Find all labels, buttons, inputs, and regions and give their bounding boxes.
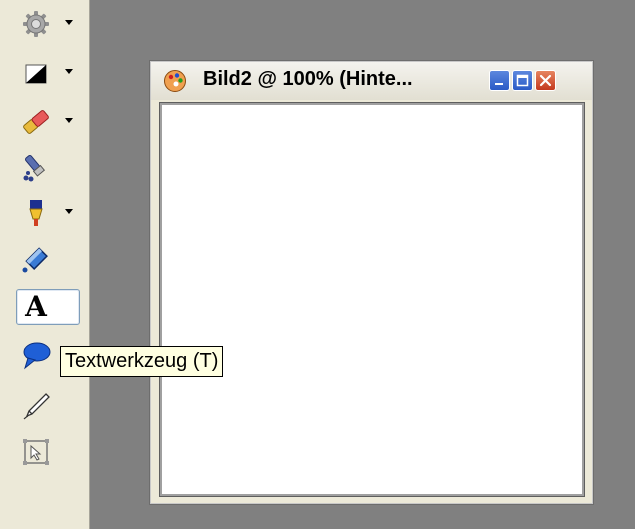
text-icon: A	[25, 290, 47, 323]
app-palette-icon	[163, 69, 187, 93]
chevron-down-icon[interactable]	[65, 69, 73, 74]
brush-tool-button[interactable]	[16, 150, 80, 186]
transform-frame-icon	[20, 436, 52, 468]
tooltip: Textwerkzeug (T)	[60, 346, 224, 377]
color-tube-icon	[20, 197, 52, 229]
transform-tool-button[interactable]	[16, 434, 80, 470]
image-canvas[interactable]	[160, 103, 584, 496]
maximize-icon	[516, 74, 529, 87]
brush-icon	[20, 152, 52, 184]
gear-icon	[20, 8, 52, 40]
document-window[interactable]: Bild2 @ 100% (Hinte...	[149, 60, 594, 505]
eraser-icon	[20, 106, 52, 138]
tool-palette: A	[0, 0, 90, 529]
shape-tool-button[interactable]	[16, 55, 80, 91]
color-tool-button[interactable]	[16, 195, 80, 231]
chevron-down-icon[interactable]	[65, 20, 73, 25]
title-bar[interactable]: Bild2 @ 100% (Hinte...	[151, 62, 592, 100]
chevron-down-icon[interactable]	[65, 118, 73, 123]
gear-tool-button[interactable]	[16, 6, 80, 42]
chevron-down-icon[interactable]	[65, 209, 73, 214]
text-tool-button[interactable]: A	[16, 289, 80, 325]
pen-tool-button[interactable]	[16, 388, 80, 424]
maximize-button[interactable]	[512, 70, 533, 91]
pen-icon	[20, 390, 52, 422]
window-title: Bild2 @ 100% (Hinte...	[203, 68, 413, 90]
speech-bubble-icon	[20, 339, 52, 371]
minimize-button[interactable]	[489, 70, 510, 91]
shape-triangle-icon	[20, 57, 52, 89]
minimize-icon	[495, 83, 503, 85]
close-icon	[539, 74, 552, 87]
paint-bucket-icon	[20, 244, 52, 276]
eraser-tool-button[interactable]	[16, 104, 80, 140]
close-button[interactable]	[535, 70, 556, 91]
fill-tool-button[interactable]	[16, 242, 80, 278]
